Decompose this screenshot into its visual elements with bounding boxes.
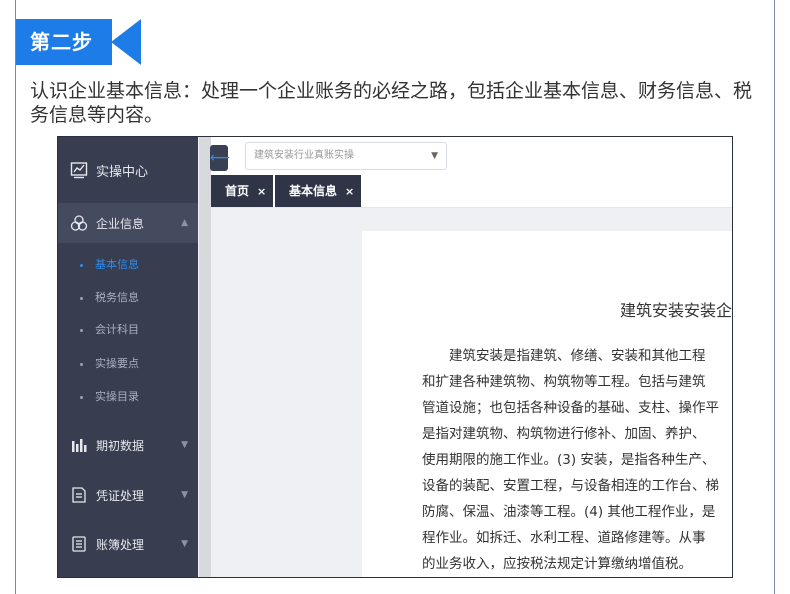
submenu-item-accounts[interactable]: 会计科目 xyxy=(58,314,198,346)
voucher-icon xyxy=(70,486,88,504)
document-line: 管道设施；也包括各种设备的基础、支柱、操作平 xyxy=(422,400,719,416)
frame-right-border xyxy=(774,0,775,594)
bullet-icon xyxy=(80,328,83,332)
bullet-icon xyxy=(80,263,83,267)
tab-home[interactable]: 首页 × xyxy=(211,175,273,207)
chart-board-icon xyxy=(70,161,88,179)
sidebar-item-company-info[interactable]: 企业信息 ▲ xyxy=(58,203,198,243)
app-screenshot: 实操中心 企业信息 ▲ 基本信息 税务信息 会计科目 实操要点 实操目录 期初数… xyxy=(57,136,733,578)
sidebar-header[interactable]: 实操中心 xyxy=(58,137,198,203)
document-line: 设备的装配、安置工程，与设备相连的工作台、梯 xyxy=(422,478,719,494)
document-line: 和扩建各种建筑物、构筑物等工程。包括与建筑 xyxy=(422,374,706,390)
sidebar-item-opening-data[interactable]: 期初数据 ▼ xyxy=(58,427,198,463)
document-line: 是指对建筑物、构筑物进行修补、加固、养护、 xyxy=(422,426,706,442)
frame-left-border xyxy=(15,0,16,594)
document-line: 的业务收入，应按税法规定计算缴纳增值税。 xyxy=(422,556,692,572)
close-icon[interactable]: × xyxy=(257,185,266,198)
collapse-sidebar-button[interactable]: ⟵ xyxy=(210,145,231,171)
ledger-icon xyxy=(70,535,88,553)
bullet-icon xyxy=(80,362,83,366)
document-body: 建筑安装是指建筑、修缮、安装和其他工程 和扩建各种建筑物、构筑物等工程。包括与建… xyxy=(422,343,732,577)
bullet-icon xyxy=(80,296,83,300)
submenu-item-catalog[interactable]: 实操目录 xyxy=(58,381,198,413)
sidebar-item-label: 凭证处理 xyxy=(96,488,145,503)
bullet-icon xyxy=(80,395,83,399)
arrow-left-icon: ⟵ xyxy=(210,150,231,166)
sidebar-scrollbar[interactable] xyxy=(199,137,211,577)
sidebar: 实操中心 企业信息 ▲ 基本信息 税务信息 会计科目 实操要点 实操目录 期初数… xyxy=(58,137,211,577)
sidebar-item-ledgers[interactable]: 账簿处理 ▼ xyxy=(58,526,198,562)
chevron-up-icon: ▲ xyxy=(181,218,188,228)
sidebar-item-label: 期初数据 xyxy=(96,438,145,453)
close-icon[interactable]: × xyxy=(345,185,354,198)
intro-text: 认识企业基本信息：处理一个企业账务的必经之路，包括企业基本信息、财务信息、税务信… xyxy=(30,80,753,126)
document-line: 使用期限的施工作业。(3) 安装，是指各种生产、 xyxy=(422,452,716,468)
sidebar-item-vouchers[interactable]: 凭证处理 ▼ xyxy=(58,477,198,513)
step-badge-arrow xyxy=(111,19,141,65)
tab-basic-info[interactable]: 基本信息 × xyxy=(275,175,361,207)
document-title: 建筑安装安装企 xyxy=(620,301,733,320)
sidebar-header-label: 实操中心 xyxy=(96,164,149,180)
document-line: 程作业。如拆迁、水利工程、道路修建等。从事 xyxy=(422,530,706,546)
tab-bar: 首页 × 基本信息 × xyxy=(211,175,732,208)
bar-chart-icon xyxy=(70,436,88,454)
course-select[interactable]: 建筑安装行业真账实操 ▼ xyxy=(245,142,447,170)
submenu-item-basic-info[interactable]: 基本信息 xyxy=(58,249,198,281)
document-line: 防腐、保温、油漆等工程。(4) 其他工程作业，是 xyxy=(422,504,716,520)
document-page: 建筑安装安装企 建筑安装是指建筑、修缮、安装和其他工程 和扩建各种建筑物、构筑物… xyxy=(362,231,733,577)
sidebar-item-label: 账簿处理 xyxy=(96,537,145,552)
chevron-down-icon: ▼ xyxy=(431,151,438,161)
chevron-down-icon: ▼ xyxy=(181,539,188,549)
submenu-item-tax-info[interactable]: 税务信息 xyxy=(58,282,198,314)
chevron-down-icon: ▼ xyxy=(181,440,188,450)
step-badge: 第二步 xyxy=(16,19,112,65)
chevron-down-icon: ▼ xyxy=(181,490,188,500)
sidebar-item-label: 企业信息 xyxy=(96,216,145,231)
cluster-icon xyxy=(70,214,88,232)
submenu-item-key-points[interactable]: 实操要点 xyxy=(58,348,198,380)
document-line: 建筑安装是指建筑、修缮、安装和其他工程 xyxy=(422,348,706,364)
